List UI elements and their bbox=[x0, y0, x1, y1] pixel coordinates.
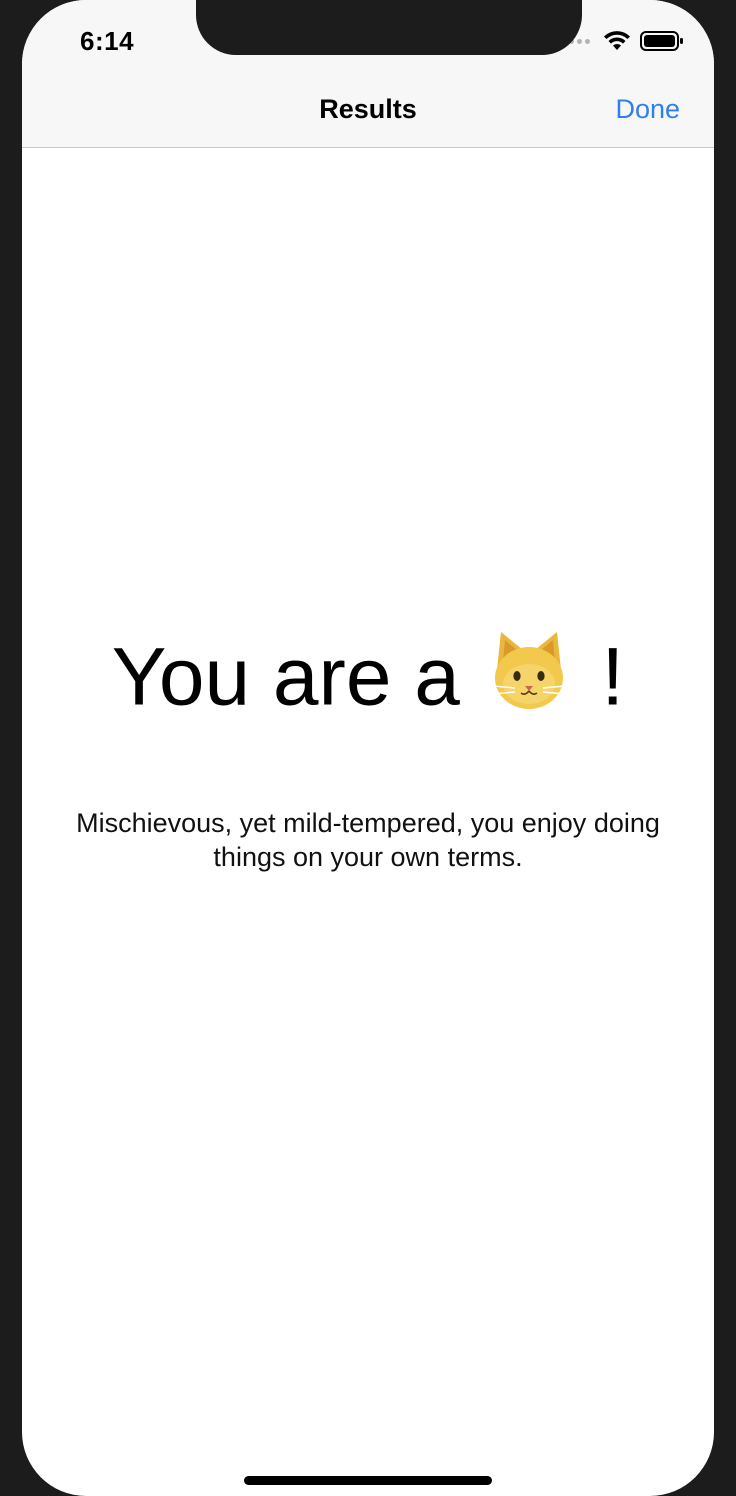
status-icons bbox=[561, 30, 684, 52]
result-description: Mischievous, yet mild-tempered, you enjo… bbox=[76, 808, 660, 872]
navigation-bar: Results Done bbox=[22, 80, 714, 148]
device-frame: 6:14 Results Done You are a ! Mischievou… bbox=[0, 0, 736, 1496]
screen: 6:14 Results Done You are a ! Mischievou… bbox=[22, 0, 714, 1496]
result-heading: You are a ! bbox=[22, 630, 714, 736]
battery-icon bbox=[640, 31, 683, 51]
result-heading-exclamation: ! bbox=[601, 631, 625, 723]
notch bbox=[196, 0, 582, 55]
wifi-icon bbox=[604, 31, 630, 50]
page-title: Results bbox=[319, 94, 417, 124]
result-heading-text: You are a bbox=[111, 631, 460, 723]
home-indicator[interactable] bbox=[244, 1476, 492, 1485]
done-button[interactable]: Done bbox=[615, 94, 680, 125]
cat-face-icon bbox=[489, 626, 569, 732]
status-time: 6:14 bbox=[80, 26, 135, 56]
